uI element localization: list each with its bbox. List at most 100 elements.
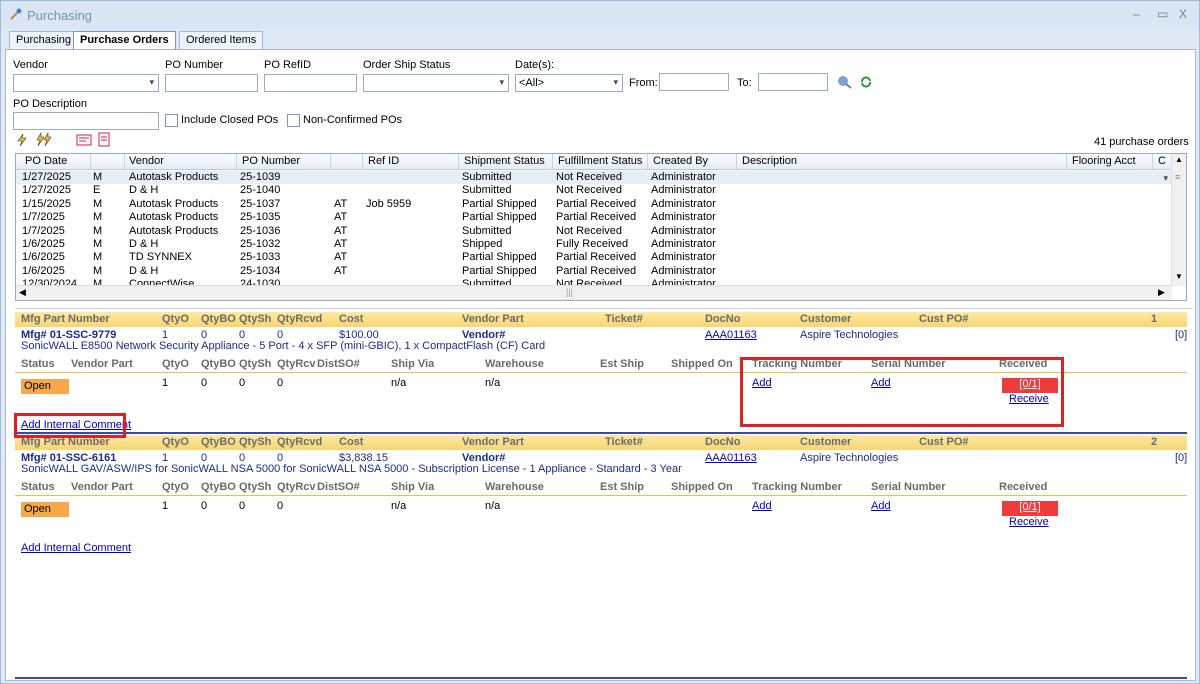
add-serial-link[interactable]: Add [871, 500, 891, 512]
item-header-col: Cost [339, 313, 364, 325]
to-date-input[interactable] [758, 73, 828, 91]
status-header-col: Status [21, 358, 55, 370]
table-row[interactable]: 1/6/2025 M TD SYNNEX 25-1033 AT Partial Shipp… [16, 251, 1172, 264]
col-po-number[interactable]: PO Number [242, 155, 300, 167]
po-refid-input[interactable] [264, 74, 357, 92]
refresh-icon[interactable] [860, 76, 872, 88]
add-tracking-link[interactable]: Add [752, 500, 772, 512]
cell-fulfill: Fully Received [556, 238, 629, 250]
cell-po: 25-1036 [240, 224, 281, 237]
highlight-box-comment [14, 413, 126, 438]
purchase-orders-grid[interactable]: PO Date Vendor PO Number Ref ID Shipment… [15, 153, 1187, 301]
table-row[interactable]: 1/6/2025 M D & H 25-1034 AT Partial Shipped Pa… [16, 265, 1172, 278]
item-header-col: Ticket# [605, 436, 643, 448]
scroll-up-icon[interactable]: ▲ [1175, 155, 1183, 164]
col-vendor[interactable]: Vendor [129, 155, 164, 167]
status-header-col: Warehouse [485, 481, 544, 493]
cell-vendor: D & H [129, 238, 159, 250]
from-date-input[interactable] [659, 73, 729, 91]
scroll-grip-icon[interactable]: ≡ [1175, 172, 1180, 182]
receive-link[interactable]: Receive [1009, 516, 1049, 528]
wand-icon [10, 8, 22, 20]
minimize-button[interactable]: – [1133, 7, 1140, 21]
scroll-h-grip-icon[interactable]: ||| [566, 287, 573, 297]
item-header-col: DocNo [705, 313, 741, 325]
col-shipment-status[interactable]: Shipment Status [464, 155, 545, 167]
docno-link[interactable]: AAA01163 [705, 452, 757, 464]
table-row[interactable]: 1/27/2025 M Autotask Products 25-1039 Submit… [16, 171, 1172, 185]
grid-horizontal-scrollbar[interactable]: ◀ ||| ▶ [16, 285, 1172, 300]
item-header-col: QtyRcvd [277, 313, 323, 325]
po-description-input[interactable] [13, 112, 159, 130]
cell-at: AT [334, 211, 348, 224]
col-fulfillment-status[interactable]: Fulfillment Status [558, 155, 642, 167]
dates-label: Date(s): [515, 59, 555, 71]
s-qty-ordered: 1 [162, 500, 169, 512]
cell-by: Administrator [651, 238, 716, 250]
col-po-date[interactable]: PO Date [25, 155, 67, 167]
item-header-col: Customer [800, 313, 852, 325]
title-bar: Purchasing – ▭ X [1, 1, 1199, 29]
item-header-bar: Mfg Part Number QtyO QtyBO QtySh QtyRcvd Cost… [15, 435, 1187, 450]
window-title: Purchasing [27, 8, 93, 23]
include-closed-checkbox[interactable] [165, 114, 178, 127]
tab-ordered-items[interactable]: Ordered Items [179, 31, 264, 49]
table-row[interactable]: 1/7/2025 M Autotask Products 25-1035 AT Parti… [16, 211, 1172, 224]
scroll-right-icon[interactable]: ▶ [1158, 287, 1165, 298]
dates-dropdown[interactable]: <All> [515, 74, 623, 92]
close-button[interactable]: X [1179, 7, 1187, 21]
table-row[interactable]: 1/15/2025 M Autotask Products 25-1037 AT Job … [16, 198, 1172, 211]
status-text: Open [24, 503, 51, 515]
item-header-col: Cust PO# [919, 436, 969, 448]
col-description[interactable]: Description [742, 155, 797, 167]
customer-name: Aspire Technologies [800, 329, 899, 341]
cell-date: 1/7/2025 [22, 224, 65, 237]
po-number-input[interactable] [165, 74, 258, 92]
cell-ship: Partial Shipped [462, 211, 537, 224]
cell-date: 1/6/2025 [22, 264, 65, 277]
cell-by: Administrator [651, 197, 716, 210]
maximize-button[interactable]: ▭ [1157, 7, 1168, 21]
vendor-dropdown[interactable] [13, 74, 159, 92]
col-created-by[interactable]: Created By [653, 155, 708, 167]
cell-date: 1/6/2025 [22, 238, 65, 250]
card-icon[interactable] [76, 134, 92, 146]
status-header-col: QtyO [162, 358, 189, 370]
add-internal-comment-link[interactable]: Add Internal Comment [21, 542, 131, 554]
cell-t: M [93, 224, 103, 237]
item-bracket-count: [0] [1175, 452, 1188, 464]
docno-link[interactable]: AAA01163 [705, 329, 757, 341]
cell-ship: Partial Shipped [462, 264, 537, 277]
po-refid-label: PO RefID [264, 59, 312, 71]
received-count-link[interactable]: [0/1] [1002, 501, 1058, 516]
scroll-left-icon[interactable]: ◀ [19, 287, 26, 298]
table-row[interactable]: 1/7/2025 M Autotask Products 25-1036 AT Submi… [16, 225, 1172, 238]
cell-ship: Shipped [462, 238, 503, 250]
grid-vertical-scrollbar[interactable]: ▲ ≡ ▼ [1171, 154, 1186, 286]
lightning-icon[interactable] [15, 133, 29, 147]
dates-value: <All> [519, 77, 545, 89]
purchase-orders-panel: Vendor PO Number PO RefID Order Ship Sta… [5, 49, 1196, 681]
non-confirmed-checkbox[interactable] [287, 114, 300, 127]
search-binoculars-icon[interactable] [837, 75, 853, 89]
item-divider [15, 432, 1187, 434]
col-ref-id[interactable]: Ref ID [368, 155, 399, 167]
ship-via-value: n/a [391, 377, 407, 389]
double-lightning-icon[interactable] [35, 132, 53, 147]
col-c[interactable]: C [1158, 155, 1166, 167]
status-header-col: Shipped On [671, 481, 733, 493]
item-description: SonicWALL GAV/ASW/IPS for SonicWALL NSA … [21, 463, 682, 475]
tab-purchasing[interactable]: Purchasing [9, 31, 79, 49]
document-icon[interactable] [97, 132, 112, 147]
col-flooring-acct[interactable]: Flooring Acct [1072, 155, 1136, 167]
item-header-col: QtyBO [201, 436, 236, 448]
status-header-col: Warehouse [485, 358, 544, 370]
scroll-down-icon[interactable]: ▼ [1175, 272, 1183, 281]
status-header-col: Vendor Part [71, 358, 133, 370]
po-number-label: PO Number [165, 59, 224, 71]
tab-purchase-orders[interactable]: Purchase Orders [73, 31, 176, 50]
table-row[interactable]: 1/6/2025 M D & H 25-1032 AT Shipped Fully Rece… [16, 238, 1172, 251]
table-row[interactable]: 1/27/2025 E D & H 25-1040 Submitted Not Recei… [16, 184, 1172, 197]
item-header-col: Vendor Part [462, 436, 524, 448]
ship-status-dropdown[interactable] [363, 74, 509, 92]
